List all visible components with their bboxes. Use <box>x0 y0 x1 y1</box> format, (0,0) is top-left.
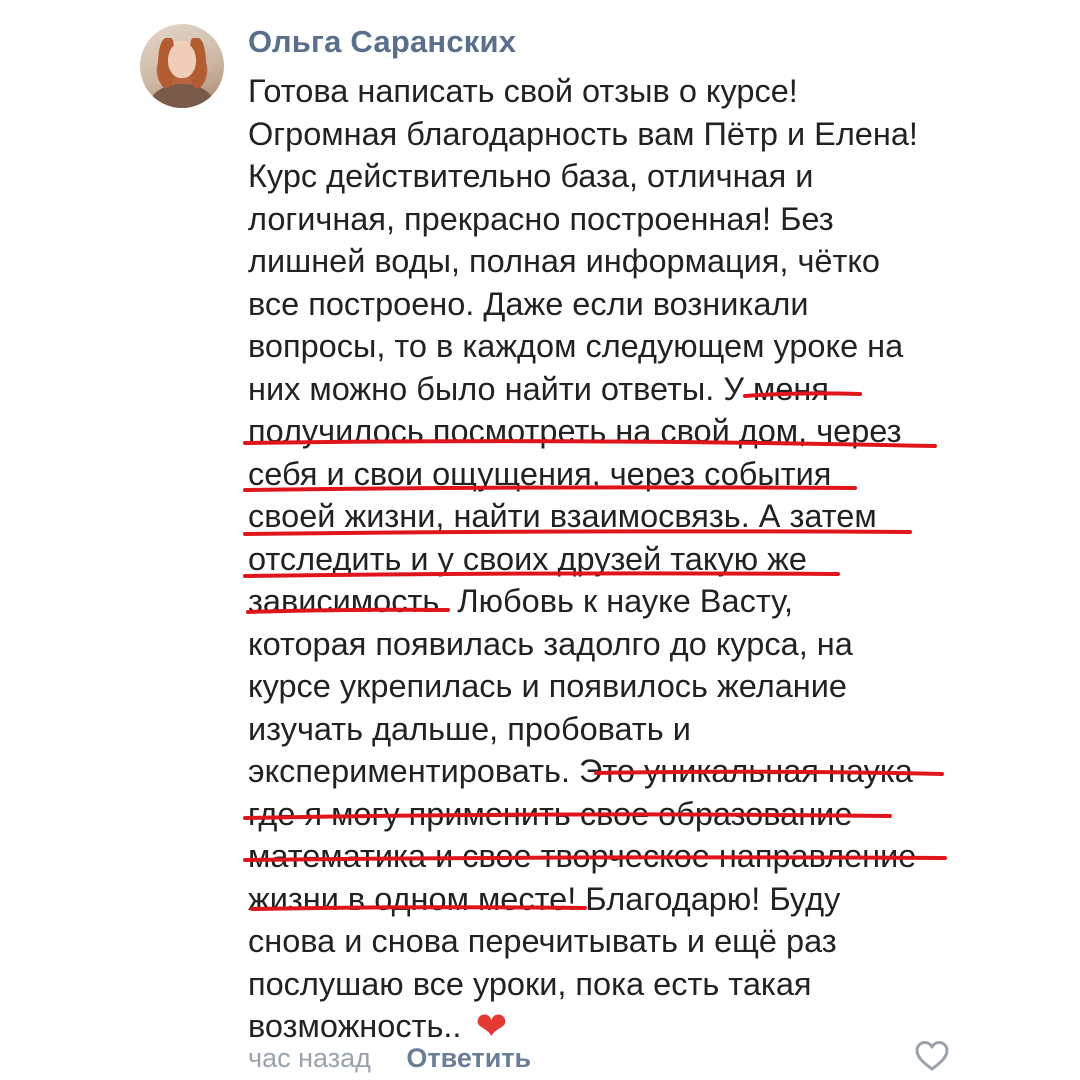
comment-line: экспериментировать. Это уникальная наука <box>248 753 913 789</box>
comment-footer: час назад Ответить <box>248 1038 531 1078</box>
comment-line: зависимость. Любовь к науке Васту, <box>248 583 794 619</box>
comment-line: послушаю все уроки, пока есть такая <box>248 965 812 1002</box>
timestamp: час назад <box>248 1043 371 1073</box>
comment-line: Курс действительно база, отличная и <box>248 158 814 194</box>
comment-line: где я могу применить свое образование <box>248 795 853 832</box>
avatar-shoulders <box>150 84 214 108</box>
comment-text: Готова написать свой отзыв о курсе! Огро… <box>248 70 1008 1048</box>
comment-line: отследить и у своих друзей такую же <box>248 540 807 577</box>
comment-line: вопросы, то в каждом следующем уроке на <box>248 328 904 364</box>
comment: Ольга Саранских Готова написать свой отз… <box>0 0 1080 1080</box>
comment-line: себя и свои ощущения, через события <box>248 455 832 492</box>
author-name[interactable]: Ольга Саранских <box>248 24 516 60</box>
like-heart-icon[interactable] <box>914 1038 950 1074</box>
avatar-face <box>168 42 196 78</box>
comment-line: них можно было найти ответы. У меня <box>248 370 829 407</box>
avatar[interactable] <box>140 24 224 108</box>
comment-line: которая появилась задолго до курса, на <box>248 625 853 662</box>
comment-line: Огромная благодарность вам Пётр и Елена! <box>248 115 918 152</box>
comment-line: все построено. Даже если возникали <box>248 285 809 322</box>
comment-line: снова и снова перечитывать и ещё раз <box>248 923 837 959</box>
comment-line: лишней воды, полная информация, чётко <box>248 243 881 279</box>
reply-button[interactable]: Ответить <box>406 1043 531 1073</box>
comment-line: жизни в одном месте! Благодарю! Буду <box>248 880 841 917</box>
comment-line: математика и свое творческое направление <box>248 838 917 874</box>
comment-line: Готова написать свой отзыв о курсе! <box>248 73 798 109</box>
comment-line: логичная, прекрасно построенная! Без <box>248 200 834 237</box>
comment-line: изучать дальше, пробовать и <box>248 710 691 747</box>
comment-line: курсе укрепилась и появилось желание <box>248 668 847 704</box>
comment-line: получилось посмотреть на свой дом, через <box>248 413 902 449</box>
comment-line: своей жизни, найти взаимосвязь. А затем <box>248 498 877 534</box>
